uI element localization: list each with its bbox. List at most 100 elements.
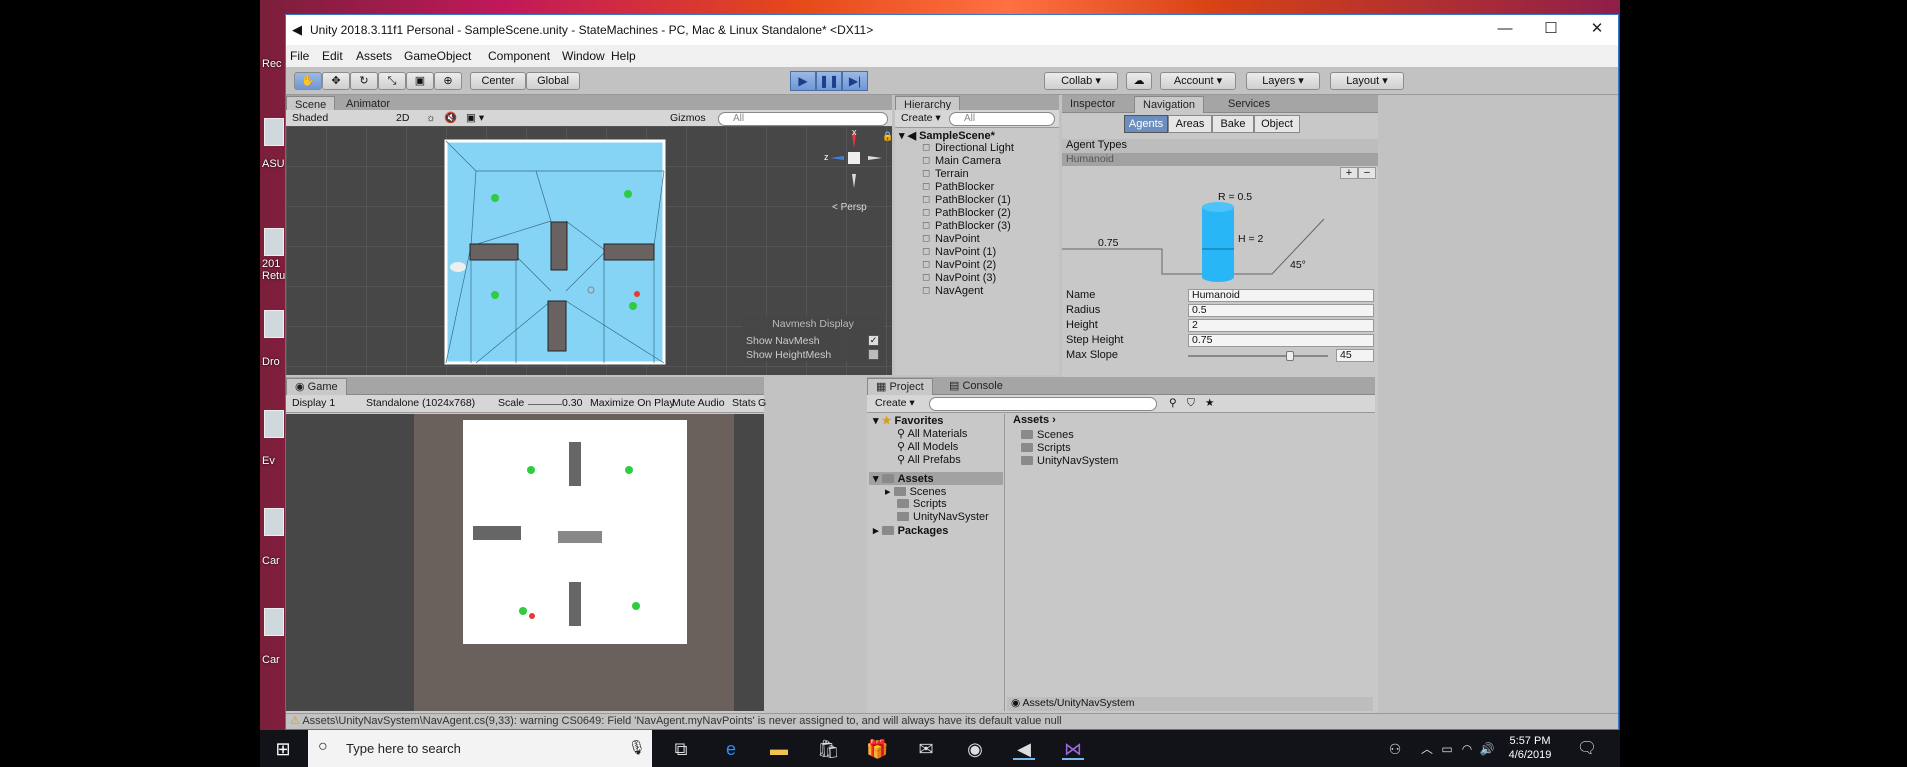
- space-global-button[interactable]: Global: [526, 72, 580, 90]
- menu-edit[interactable]: Edit: [322, 49, 343, 63]
- battery-icon[interactable]: ▭: [1436, 738, 1458, 760]
- desktop-icon[interactable]: [264, 410, 284, 438]
- menu-component[interactable]: Component: [488, 49, 550, 63]
- hierarchy-item[interactable]: NavPoint: [922, 233, 980, 245]
- maximize-on-play-toggle[interactable]: Maximize On Play: [590, 397, 675, 411]
- menu-assets[interactable]: Assets: [356, 49, 392, 63]
- scale-slider[interactable]: [528, 404, 562, 405]
- hierarchy-item[interactable]: Directional Light: [922, 142, 1014, 154]
- gift-icon[interactable]: 🎁: [866, 738, 888, 760]
- favorite-item[interactable]: ⚲ All Models: [897, 440, 958, 453]
- game-view[interactable]: [286, 414, 764, 711]
- edge-icon[interactable]: e: [720, 738, 742, 760]
- tab-inspector[interactable]: Inspector: [1062, 96, 1123, 113]
- gizmos-dropdown[interactable]: Gizmos: [670, 112, 706, 126]
- tab-services[interactable]: Services: [1220, 96, 1278, 113]
- file-explorer-icon[interactable]: ▬: [768, 738, 790, 760]
- orientation-gizmo[interactable]: x z: [824, 127, 886, 190]
- nav-tab-areas[interactable]: Areas: [1168, 115, 1212, 133]
- hierarchy-item[interactable]: NavPoint (3): [922, 272, 996, 284]
- nav-tab-agents[interactable]: Agents: [1124, 115, 1168, 133]
- minimize-button[interactable]: —: [1482, 15, 1528, 45]
- show-heightmesh-checkbox[interactable]: [868, 349, 879, 360]
- menu-help[interactable]: Help: [611, 49, 636, 63]
- effects-icon[interactable]: ▣ ▾: [466, 112, 484, 126]
- desktop-icon[interactable]: [264, 310, 284, 338]
- mute-audio-toggle[interactable]: Mute Audio: [672, 397, 725, 411]
- taskbar-search[interactable]: ○ Type here to search 🎙: [308, 730, 652, 767]
- close-button[interactable]: ✕: [1574, 15, 1620, 45]
- project-search-input[interactable]: [929, 397, 1157, 411]
- show-navmesh-checkbox[interactable]: ✓: [868, 335, 879, 346]
- chevron-up-icon[interactable]: ︿: [1416, 738, 1438, 760]
- hierarchy-item[interactable]: PathBlocker (3): [922, 220, 1011, 232]
- menu-gameobject[interactable]: GameObject: [404, 49, 471, 63]
- resolution-dropdown[interactable]: Standalone (1024x768): [366, 397, 488, 411]
- clock[interactable]: 5:57 PM 4/6/2019: [1500, 734, 1560, 762]
- audio-icon[interactable]: 🔇: [444, 112, 457, 126]
- wifi-icon[interactable]: ◠: [1456, 738, 1478, 760]
- filter-icon[interactable]: ⚲: [1169, 397, 1177, 411]
- hierarchy-item[interactable]: NavAgent: [922, 285, 983, 297]
- desktop-icon[interactable]: [264, 608, 284, 636]
- hierarchy-item[interactable]: PathBlocker (2): [922, 207, 1011, 219]
- chrome-icon[interactable]: ◉: [964, 738, 986, 760]
- hierarchy-item[interactable]: NavPoint (2): [922, 259, 996, 271]
- people-icon[interactable]: ⚇: [1384, 738, 1406, 760]
- star-icon[interactable]: ★: [1205, 397, 1214, 411]
- microphone-icon[interactable]: 🎙: [628, 739, 646, 756]
- remove-agent-button[interactable]: −: [1358, 167, 1376, 179]
- scene-search-input[interactable]: All: [718, 112, 888, 126]
- max-slope-slider[interactable]: [1188, 351, 1328, 361]
- collab-dropdown[interactable]: Collab ▾: [1044, 72, 1118, 90]
- hierarchy-item[interactable]: PathBlocker (1): [922, 194, 1011, 206]
- favorite-item[interactable]: ⚲ All Prefabs: [897, 453, 961, 466]
- assets-tree-item[interactable]: UnityNavSyster: [897, 511, 989, 523]
- title-bar[interactable]: ◀ Unity 2018.3.11f1 Personal - SampleSce…: [286, 15, 1618, 45]
- favorite-item[interactable]: ⚲ All Materials: [897, 427, 967, 440]
- tab-game[interactable]: ◉ Game: [286, 378, 347, 395]
- maximize-button[interactable]: ☐: [1528, 15, 1574, 45]
- pause-button[interactable]: ❚❚: [816, 71, 842, 91]
- rotate-tool-button[interactable]: ↻: [350, 72, 378, 90]
- radius-field[interactable]: 0.5: [1188, 304, 1374, 317]
- store-icon[interactable]: 🛍: [817, 738, 840, 760]
- rect-tool-button[interactable]: ▣: [406, 72, 434, 90]
- account-dropdown[interactable]: Account ▾: [1160, 72, 1236, 90]
- step-height-field[interactable]: 0.75: [1188, 334, 1374, 347]
- desktop-icon[interactable]: [264, 118, 284, 146]
- desktop-icon[interactable]: [264, 508, 284, 536]
- game-gizmos-toggle[interactable]: G: [758, 397, 766, 411]
- project-create-dropdown[interactable]: Create ▾: [875, 397, 915, 411]
- scene-viewport[interactable]: x z 🔒 < Persp Navmesh Display Show NavMe…: [286, 126, 893, 375]
- nav-tab-bake[interactable]: Bake: [1212, 115, 1254, 133]
- name-field[interactable]: Humanoid: [1188, 289, 1374, 302]
- play-button[interactable]: ▶: [790, 71, 816, 91]
- move-tool-button[interactable]: ✥: [322, 72, 350, 90]
- tab-navigation[interactable]: Navigation: [1134, 96, 1204, 113]
- task-view-icon[interactable]: ⧉: [670, 738, 692, 760]
- layout-dropdown[interactable]: Layout ▾: [1330, 72, 1404, 90]
- scale-tool-button[interactable]: ⤡: [378, 72, 406, 90]
- hierarchy-search-input[interactable]: All: [949, 112, 1055, 126]
- label-icon[interactable]: ⛉: [1187, 397, 1195, 411]
- shading-dropdown[interactable]: Shaded: [292, 112, 388, 126]
- windows-start-icon[interactable]: ⊞: [272, 738, 294, 760]
- lock-icon[interactable]: 🔒: [882, 131, 893, 142]
- project-breadcrumb[interactable]: Assets ›: [1013, 414, 1056, 426]
- add-agent-button[interactable]: +: [1340, 167, 1358, 179]
- assets-tree-item[interactable]: Scripts: [897, 498, 947, 510]
- cloud-button[interactable]: ☁: [1126, 72, 1152, 90]
- asset-item[interactable]: Scenes: [1021, 429, 1074, 441]
- max-slope-field[interactable]: 45: [1336, 349, 1374, 362]
- height-field[interactable]: 2: [1188, 319, 1374, 332]
- packages-node[interactable]: ▸ Packages: [873, 524, 948, 537]
- assets-node[interactable]: ▾ Assets: [869, 472, 1003, 485]
- agent-type-item[interactable]: Humanoid: [1062, 153, 1378, 166]
- hierarchy-item[interactable]: PathBlocker: [922, 181, 994, 193]
- stats-toggle[interactable]: Stats: [732, 397, 756, 411]
- mail-icon[interactable]: ✉: [915, 738, 937, 760]
- hierarchy-item[interactable]: NavPoint (1): [922, 246, 996, 258]
- hierarchy-create-dropdown[interactable]: Create ▾: [901, 112, 941, 126]
- tab-console[interactable]: ▤ Console: [941, 378, 1011, 395]
